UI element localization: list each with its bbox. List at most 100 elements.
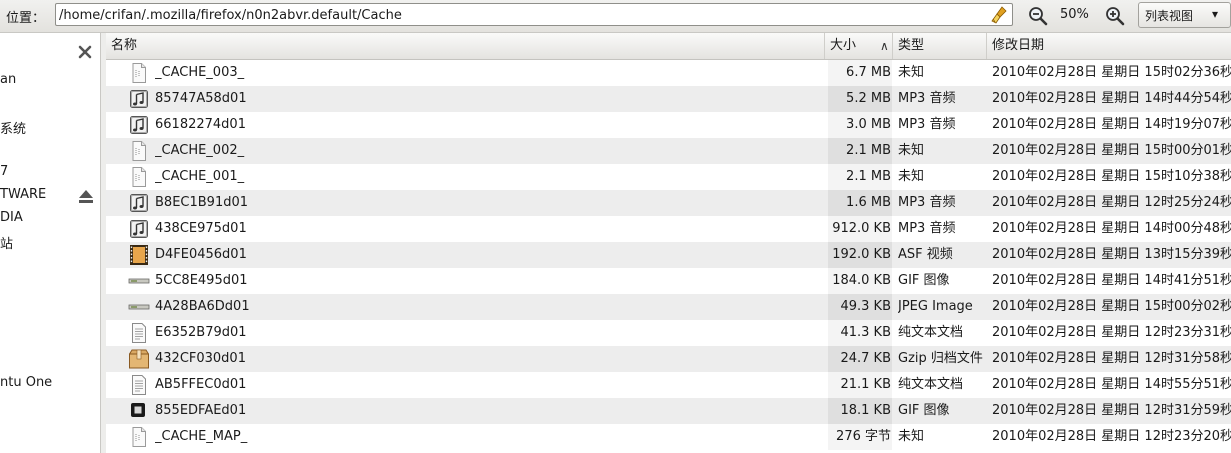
column-header-size-label: 大小: [830, 38, 857, 53]
video-file-icon: [128, 242, 150, 268]
file-size: 3.0 MB: [846, 117, 891, 132]
file-type: 未知: [898, 169, 925, 184]
file-row[interactable]: 855EDFAEd01 18.1 KB GIF 图像 2010年02月28日 星期日 …: [106, 398, 1231, 424]
unknown-file-icon: [128, 424, 150, 450]
image-thumbnail-icon: [128, 398, 150, 424]
file-type: 纯文本文档: [898, 377, 964, 392]
file-type: 纯文本文档: [898, 325, 964, 340]
file-name: AB5FFEC0d01: [155, 377, 247, 392]
file-row[interactable]: 85747A58d01 5.2 MB MP3 音频 2010年02月28日 星期日 1…: [106, 86, 1231, 112]
file-row[interactable]: 66182274d01 3.0 MB MP3 音频 2010年02月28日 星期日 1…: [106, 112, 1231, 138]
location-toolbar: 位置： 50% 列表视图 ▾: [0, 0, 1231, 33]
file-row[interactable]: D4FE0456d01 192.0 KB ASF 视频 2010年02月28日 星期日…: [106, 242, 1231, 268]
column-header-date[interactable]: 修改日期: [987, 33, 1231, 59]
file-modified-date: 2010年02月28日 星期日 12时31分59秒: [992, 403, 1231, 418]
file-size: 192.0 KB: [832, 247, 891, 262]
sidebar-item[interactable]: DIA: [0, 210, 23, 225]
location-input[interactable]: [55, 3, 1013, 26]
file-type: MP3 音频: [898, 91, 956, 106]
file-size: 6.7 MB: [846, 65, 891, 80]
places-sidebar: an 系统 7 TWARE DIA 站 ntu One: [0, 33, 101, 453]
file-modified-date: 2010年02月28日 星期日 14时55分51秒: [992, 377, 1231, 392]
file-type: 未知: [898, 429, 925, 444]
sort-ascending-icon: ∧: [880, 39, 889, 53]
file-row[interactable]: _CACHE_MAP_ 276 字节 未知 2010年02月28日 星期日 12时23…: [106, 424, 1231, 450]
column-header-name-label: 名称: [111, 38, 138, 53]
zoom-in-button[interactable]: [1104, 5, 1126, 27]
column-header-date-label: 修改日期: [992, 38, 1045, 53]
sidebar-item[interactable]: ntu One: [0, 375, 52, 390]
sidebar-item[interactable]: 系统: [0, 118, 26, 137]
text-file-icon: [128, 372, 150, 398]
file-size: 41.3 KB: [840, 325, 891, 340]
file-size: 2.1 MB: [846, 169, 891, 184]
zoom-level: 50%: [1060, 7, 1089, 22]
file-row[interactable]: 4A28BA6Dd01 49.3 KB JPEG Image 2010年02月28日 …: [106, 294, 1231, 320]
file-size: 2.1 MB: [846, 143, 891, 158]
file-size: 912.0 KB: [832, 221, 891, 236]
sidebar-item[interactable]: an: [0, 72, 16, 87]
file-name: _CACHE_003_: [155, 65, 245, 80]
file-row[interactable]: _CACHE_001_ 2.1 MB 未知 2010年02月28日 星期日 15时10…: [106, 164, 1231, 190]
chevron-down-icon: ▾: [1212, 7, 1219, 21]
audio-file-icon: [128, 190, 150, 216]
file-name: 432CF030d01: [155, 351, 246, 366]
file-row[interactable]: 438CE975d01 912.0 KB MP3 音频 2010年02月28日 星期日…: [106, 216, 1231, 242]
audio-file-icon: [128, 216, 150, 242]
eject-icon[interactable]: [77, 187, 95, 205]
view-mode-label: 列表视图: [1145, 9, 1194, 23]
column-header-type-label: 类型: [898, 38, 925, 53]
file-modified-date: 2010年02月28日 星期日 12时23分20秒: [992, 429, 1231, 444]
close-sidebar-icon[interactable]: [76, 43, 94, 61]
file-name: 5CC8E495d01: [155, 273, 248, 288]
file-row[interactable]: _CACHE_002_ 2.1 MB 未知 2010年02月28日 星期日 15时00…: [106, 138, 1231, 164]
clear-location-icon[interactable]: [990, 5, 1010, 25]
location-label: 位置：: [6, 11, 46, 26]
file-name: 855EDFAEd01: [155, 403, 247, 418]
unknown-file-icon: [128, 138, 150, 164]
file-row[interactable]: E6352B79d01 41.3 KB 纯文本文档 2010年02月28日 星期日 1…: [106, 320, 1231, 346]
file-type: Gzip 归档文件: [898, 351, 983, 366]
file-size: 49.3 KB: [840, 299, 891, 314]
sidebar-item[interactable]: 站: [0, 233, 13, 252]
file-size: 184.0 KB: [832, 273, 891, 288]
file-modified-date: 2010年02月28日 星期日 14时00分48秒: [992, 221, 1231, 236]
view-mode-select[interactable]: 列表视图 ▾: [1138, 2, 1231, 28]
file-modified-date: 2010年02月28日 星期日 14时41分51秒: [992, 273, 1231, 288]
file-type: MP3 音频: [898, 195, 956, 210]
column-header-size[interactable]: 大小 ∧: [825, 33, 893, 59]
file-type: GIF 图像: [898, 403, 950, 418]
file-modified-date: 2010年02月28日 星期日 15时02分36秒: [992, 65, 1231, 80]
zoom-out-icon: [1029, 7, 1048, 26]
file-modified-date: 2010年02月28日 星期日 12时23分31秒: [992, 325, 1231, 340]
zoom-out-button[interactable]: [1027, 5, 1049, 27]
sidebar-item[interactable]: 7: [0, 164, 8, 179]
file-row[interactable]: 432CF030d01 24.7 KB Gzip 归档文件 2010年02月28日 星…: [106, 346, 1231, 372]
column-header-type[interactable]: 类型: [893, 33, 987, 59]
unknown-file-icon: [128, 164, 150, 190]
file-name: _CACHE_001_: [155, 169, 245, 184]
file-type: 未知: [898, 65, 925, 80]
file-size: 24.7 KB: [840, 351, 891, 366]
file-modified-date: 2010年02月28日 星期日 14时19分07秒: [992, 117, 1231, 132]
file-type: GIF 图像: [898, 273, 950, 288]
file-name: D4FE0456d01: [155, 247, 247, 262]
file-modified-date: 2010年02月28日 星期日 12时31分58秒: [992, 351, 1231, 366]
file-row[interactable]: B8EC1B91d01 1.6 MB MP3 音频 2010年02月28日 星期日 1…: [106, 190, 1231, 216]
file-modified-date: 2010年02月28日 星期日 15时00分02秒: [992, 299, 1231, 314]
file-size: 21.1 KB: [840, 377, 891, 392]
file-type: JPEG Image: [898, 299, 973, 314]
file-name: _CACHE_MAP_: [155, 429, 248, 444]
file-row[interactable]: _CACHE_003_ 6.7 MB 未知 2010年02月28日 星期日 15时02…: [106, 60, 1231, 86]
file-rows: _CACHE_003_ 6.7 MB 未知 2010年02月28日 星期日 15时02…: [106, 60, 1231, 450]
file-row[interactable]: 5CC8E495d01 184.0 KB GIF 图像 2010年02月28日 星期日…: [106, 268, 1231, 294]
image-thumbnail-icon: [128, 294, 150, 320]
file-name: 4A28BA6Dd01: [155, 299, 250, 314]
file-name: E6352B79d01: [155, 325, 247, 340]
file-type: MP3 音频: [898, 221, 956, 236]
sidebar-item[interactable]: TWARE: [0, 187, 46, 202]
file-row[interactable]: AB5FFEC0d01 21.1 KB 纯文本文档 2010年02月28日 星期日 1…: [106, 372, 1231, 398]
text-file-icon: [128, 320, 150, 346]
column-header-name[interactable]: 名称: [106, 33, 825, 59]
file-name: 66182274d01: [155, 117, 246, 132]
